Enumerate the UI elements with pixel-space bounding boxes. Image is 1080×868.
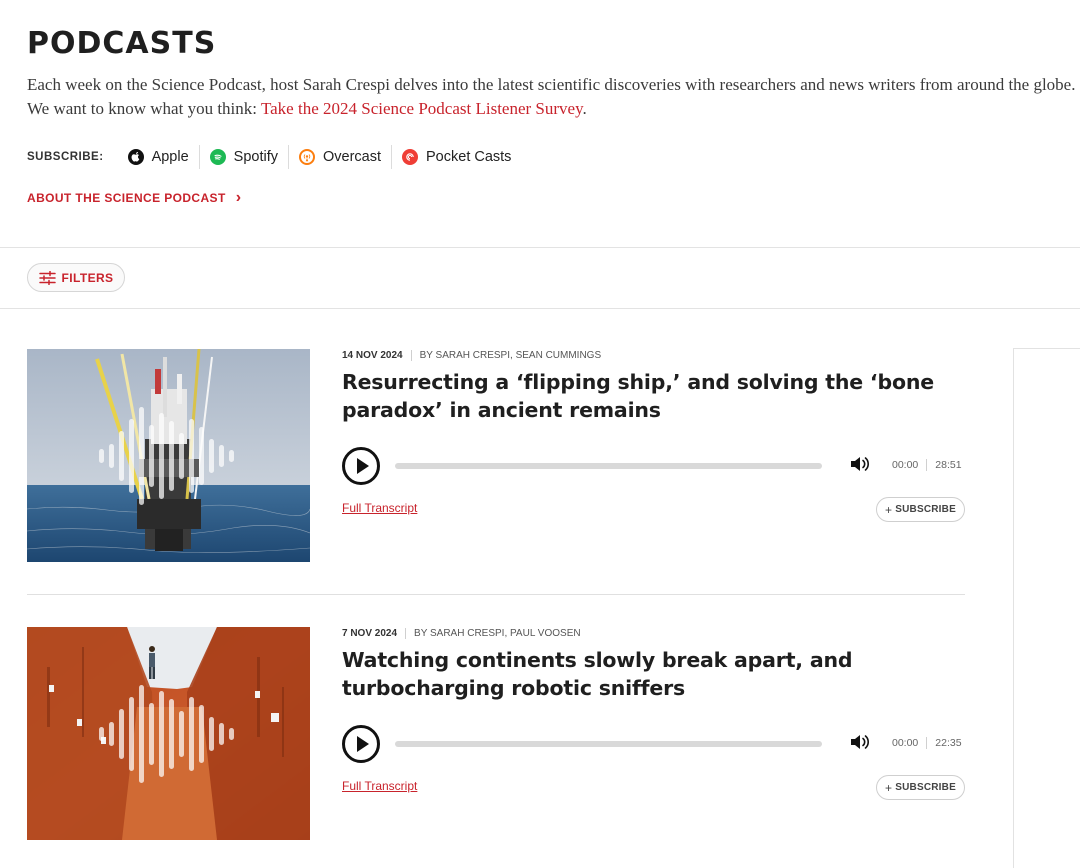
subscribe-pocket-casts-link[interactable]: Pocket Casts — [391, 145, 521, 169]
section-divider — [0, 247, 1080, 248]
subscribe-row: SUBSCRIBE: Apple Spotify Overcast Pocket… — [27, 144, 521, 170]
play-button[interactable] — [342, 725, 380, 763]
volume-icon[interactable] — [850, 733, 870, 751]
pocket-casts-icon — [402, 149, 419, 165]
progress-bar[interactable] — [395, 741, 822, 747]
episode-card: 14 NOV 2024 BY SARAH CRESPI, SEAN CUMMIN… — [27, 349, 965, 563]
flipping-ship-image — [27, 349, 310, 562]
rift-trench-image — [27, 627, 310, 840]
episode-byline: BY SARAH CRESPI, PAUL VOOSEN — [414, 628, 581, 639]
page-title: PODCASTS — [27, 26, 217, 61]
podcasts-page: PODCASTS Each week on the Science Podcas… — [0, 0, 1080, 868]
subscribe-apple-link[interactable]: Apple — [127, 145, 199, 169]
intro-paragraph: Each week on the Science Podcast, host S… — [27, 73, 1080, 121]
overcast-icon — [299, 149, 315, 165]
play-button[interactable] — [342, 447, 380, 485]
subscribe-spotify-link[interactable]: Spotify — [198, 145, 288, 169]
plus-icon: + — [885, 502, 893, 517]
episode-divider — [27, 594, 965, 595]
episode-subscribe-button[interactable]: + SUBSCRIBE — [876, 497, 965, 522]
audio-player: 00:00 22:35 — [342, 725, 965, 763]
time-display: 00:00 28:51 — [892, 459, 962, 471]
current-time: 00:00 — [892, 737, 928, 749]
progress-bar[interactable] — [395, 463, 822, 469]
episode-date: 7 NOV 2024 — [342, 628, 407, 639]
about-podcast-link[interactable]: ABOUT THE SCIENCE PODCAST › — [27, 189, 242, 206]
episode-meta: 14 NOV 2024 BY SARAH CRESPI, SEAN CUMMIN… — [342, 350, 601, 361]
platform-label: Apple — [151, 149, 189, 165]
apple-icon — [127, 149, 144, 165]
platform-label: Spotify — [233, 149, 278, 165]
spotify-icon — [209, 149, 226, 165]
subscribe-button-label: SUBSCRIBE — [895, 504, 956, 515]
plus-icon: + — [885, 780, 893, 795]
full-transcript-link[interactable]: Full Transcript — [342, 501, 417, 515]
subscribe-button-label: SUBSCRIBE — [895, 782, 956, 793]
section-divider — [0, 308, 1080, 309]
full-transcript-link[interactable]: Full Transcript — [342, 779, 417, 793]
subscribe-label: SUBSCRIBE: — [27, 151, 104, 163]
episode-date: 14 NOV 2024 — [342, 350, 412, 361]
audio-player: 00:00 28:51 — [342, 447, 965, 485]
filters-sliders-icon — [38, 270, 56, 285]
episode-thumbnail[interactable] — [27, 349, 310, 562]
survey-link[interactable]: Take the 2024 Science Podcast Listener S… — [261, 99, 583, 118]
chevron-right-icon: › — [235, 189, 242, 206]
volume-icon[interactable] — [850, 455, 870, 473]
duration: 22:35 — [935, 737, 962, 749]
platform-label: Overcast — [323, 149, 382, 165]
platform-label: Pocket Casts — [426, 149, 512, 165]
sidebar-ad-panel — [1013, 348, 1080, 868]
subscribe-overcast-link[interactable]: Overcast — [288, 145, 391, 169]
episode-title[interactable]: Watching continents slowly break apart, … — [342, 646, 972, 702]
intro-end: . — [582, 99, 587, 118]
episode-subscribe-button[interactable]: + SUBSCRIBE — [876, 775, 965, 800]
episode-byline: BY SARAH CRESPI, SEAN CUMMINGS — [419, 350, 602, 361]
episode-card: 7 NOV 2024 BY SARAH CRESPI, PAUL VOOSEN … — [27, 627, 965, 841]
about-podcast-label: ABOUT THE SCIENCE PODCAST — [27, 191, 226, 205]
current-time: 00:00 — [892, 459, 928, 471]
filters-button[interactable]: FILTERS — [27, 263, 125, 292]
filters-label: FILTERS — [61, 270, 114, 285]
time-display: 00:00 22:35 — [892, 737, 962, 749]
duration: 28:51 — [935, 459, 962, 471]
episode-title[interactable]: Resurrecting a ‘flipping ship,’ and solv… — [342, 368, 972, 424]
episode-meta: 7 NOV 2024 BY SARAH CRESPI, PAUL VOOSEN — [342, 628, 581, 639]
episode-thumbnail[interactable] — [27, 627, 310, 840]
